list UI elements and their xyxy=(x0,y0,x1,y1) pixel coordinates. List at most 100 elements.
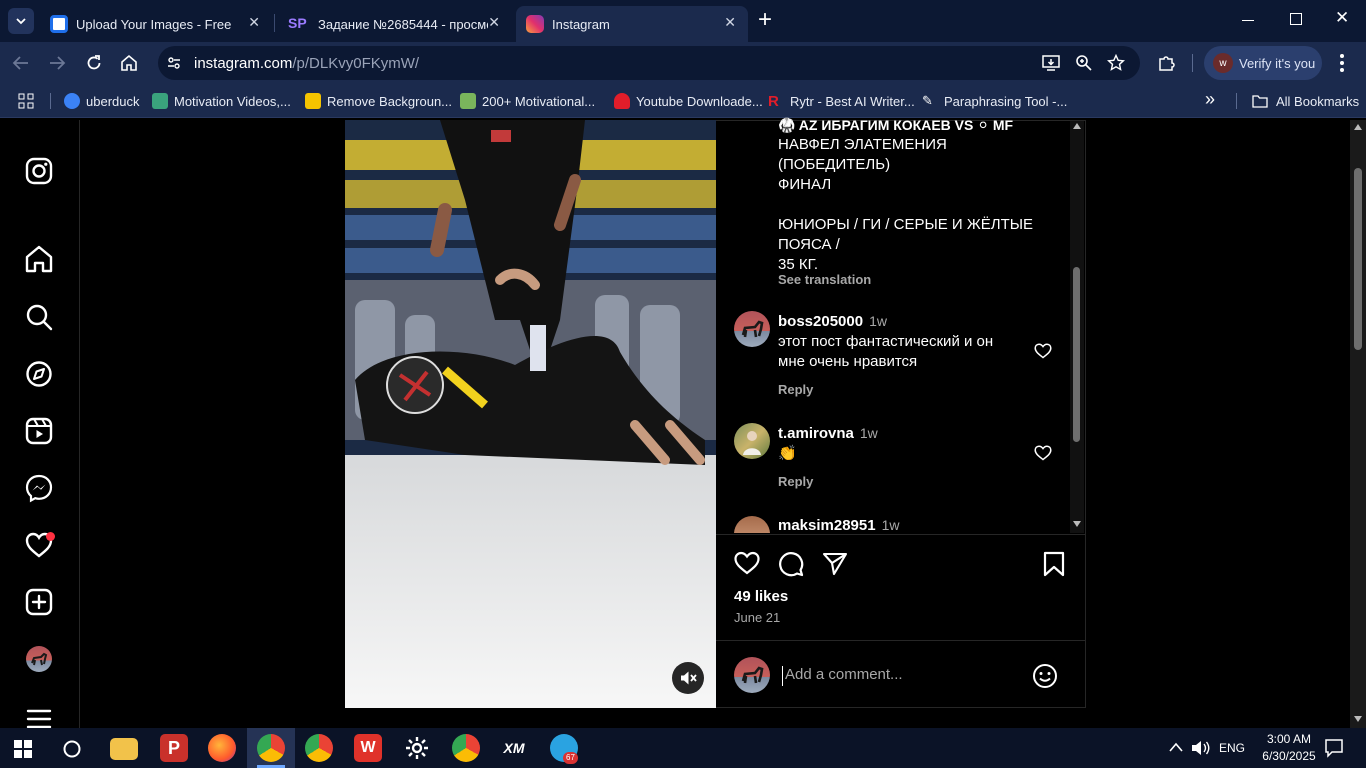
wps-office-icon[interactable]: W xyxy=(354,734,382,762)
bookmark-motivation-videos[interactable]: Motivation Videos,... xyxy=(152,91,291,111)
search-icon[interactable] xyxy=(24,302,54,332)
all-bookmarks[interactable]: All Bookmarks xyxy=(1252,91,1359,111)
xm-icon[interactable]: XM xyxy=(500,734,528,762)
reels-icon[interactable] xyxy=(24,416,54,446)
actions-divider xyxy=(716,534,1085,535)
like-heart-icon[interactable] xyxy=(1034,343,1052,359)
toolbar-divider xyxy=(1192,54,1193,72)
bookmark-youtube-downloader[interactable]: Youtube Downloade... xyxy=(614,91,763,111)
scroll-down-arrow[interactable] xyxy=(1073,521,1081,527)
close-icon[interactable]: ✕ xyxy=(488,14,500,31)
messenger-icon[interactable] xyxy=(24,473,54,503)
firefox-icon[interactable] xyxy=(208,734,236,762)
rytr-icon: R xyxy=(768,93,779,110)
bookmark-motivational[interactable]: 200+ Motivational... xyxy=(460,91,595,111)
comment-username[interactable]: maksim28951 xyxy=(778,517,876,533)
extensions-icon[interactable] xyxy=(1157,53,1177,73)
bookmark-uberduck[interactable]: uberduck xyxy=(64,91,139,111)
file-explorer-icon[interactable] xyxy=(110,738,138,760)
home-icon[interactable] xyxy=(24,244,54,274)
app-p-icon[interactable]: P xyxy=(160,734,188,762)
restore-button[interactable] xyxy=(1290,13,1302,25)
caption-line: ПОЯСА / xyxy=(778,236,840,253)
tab-zadanie[interactable]: SP Задание №2685444 - просмотр ✕ xyxy=(278,6,512,42)
reload-icon[interactable] xyxy=(85,54,103,72)
scroll-down-arrow[interactable] xyxy=(1354,716,1362,722)
like-heart-icon[interactable] xyxy=(734,551,760,575)
close-icon[interactable]: ✕ xyxy=(248,14,260,31)
menu-kebab-icon[interactable] xyxy=(1340,53,1346,73)
home-icon[interactable] xyxy=(120,54,138,72)
new-tab-button[interactable]: + xyxy=(758,8,778,32)
like-heart-icon[interactable] xyxy=(1034,445,1052,461)
comment-bubble-icon[interactable] xyxy=(778,551,804,577)
window-close-button[interactable]: ✕ xyxy=(1335,8,1349,28)
language-indicator[interactable]: ENG xyxy=(1219,741,1245,755)
url-path: /p/DLKvy0FKymW/ xyxy=(292,54,420,72)
scrollbar-thumb[interactable] xyxy=(1073,267,1080,442)
tab-upload-images[interactable]: Upload Your Images - Free Ima ✕ xyxy=(40,6,272,42)
comment-time[interactable]: 1w xyxy=(882,517,900,533)
tab-instagram[interactable]: Instagram ✕ xyxy=(516,6,748,42)
comment-input[interactable]: Add a comment... xyxy=(782,666,1022,686)
comment-username[interactable]: boss205000 xyxy=(778,313,863,330)
comments-scrollbar[interactable] xyxy=(1070,121,1084,533)
horse-silhouette-icon xyxy=(741,666,764,684)
search-circle-icon[interactable] xyxy=(62,739,82,759)
zoom-icon[interactable] xyxy=(1075,54,1093,72)
mute-button[interactable] xyxy=(672,662,704,694)
chrome-icon[interactable] xyxy=(305,734,333,762)
chrome-profile-icon[interactable] xyxy=(257,734,285,762)
comment-time[interactable]: 1w xyxy=(860,425,878,441)
page-scrollbar[interactable] xyxy=(1350,120,1366,728)
windows-taskbar: P W XM 67 ENG 3:00 AM 6/30/2025 xyxy=(0,728,1366,768)
back-arrow-icon[interactable] xyxy=(12,55,30,71)
likes-count[interactable]: 49 likes xyxy=(734,588,788,605)
notification-center-icon[interactable] xyxy=(1324,738,1344,758)
avatar[interactable] xyxy=(734,311,770,347)
forward-arrow-icon[interactable] xyxy=(48,55,66,71)
avatar[interactable] xyxy=(734,423,770,459)
bookmark-remove-background[interactable]: Remove Backgroun... xyxy=(305,91,452,111)
chevron-up-icon[interactable] xyxy=(1169,742,1183,752)
apps-grid-icon[interactable] xyxy=(18,93,34,109)
reply-button[interactable]: Reply xyxy=(778,382,813,397)
settings-gear-icon[interactable] xyxy=(404,735,430,761)
notification-dot xyxy=(46,532,55,541)
comment-username[interactable]: t.amirovna xyxy=(778,425,854,442)
close-icon[interactable]: ✕ xyxy=(724,14,736,31)
save-bookmark-icon[interactable] xyxy=(1043,551,1065,577)
avatar[interactable] xyxy=(734,516,770,533)
bookmark-rytr[interactable]: R Rytr - Best AI Writer... xyxy=(768,91,915,111)
clock-time[interactable]: 3:00 AM xyxy=(1256,732,1322,746)
install-app-icon[interactable] xyxy=(1041,54,1061,72)
site-info-icon[interactable] xyxy=(166,55,182,71)
comment-placeholder: Add a comment... xyxy=(785,666,903,683)
reply-button[interactable]: Reply xyxy=(778,474,813,489)
post-photo[interactable] xyxy=(345,120,716,708)
windows-start-icon[interactable] xyxy=(14,740,32,758)
comment-time[interactable]: 1w xyxy=(869,313,887,329)
bookmark-paraphrasing[interactable]: ✎ Paraphrasing Tool -... xyxy=(922,91,1067,111)
scrollbar-thumb[interactable] xyxy=(1354,168,1362,350)
post-date[interactable]: June 21 xyxy=(734,610,780,625)
create-plus-icon[interactable] xyxy=(24,587,54,617)
avatar[interactable] xyxy=(734,657,770,693)
explore-compass-icon[interactable] xyxy=(24,359,54,389)
share-send-icon[interactable] xyxy=(822,552,848,576)
clock-date[interactable]: 6/30/2025 xyxy=(1252,749,1326,763)
tab-search-button[interactable] xyxy=(8,8,34,34)
see-translation-link[interactable]: See translation xyxy=(778,272,871,287)
profile-button[interactable]: w Verify it's you xyxy=(1204,46,1322,80)
volume-icon[interactable] xyxy=(1191,739,1211,757)
profile-avatar[interactable] xyxy=(26,646,52,672)
emoji-smiley-icon[interactable] xyxy=(1032,663,1058,689)
address-bar[interactable]: instagram.com/p/DLKvy0FKymW/ xyxy=(158,46,1140,80)
scroll-up-arrow[interactable] xyxy=(1073,123,1081,129)
chrome-alt-icon[interactable] xyxy=(452,734,480,762)
bookmark-star-icon[interactable] xyxy=(1107,54,1125,72)
instagram-logo-icon[interactable] xyxy=(24,156,54,186)
scroll-up-arrow[interactable] xyxy=(1354,124,1362,130)
more-bookmarks-icon[interactable]: » xyxy=(1205,89,1215,110)
minimize-button[interactable] xyxy=(1242,10,1258,30)
